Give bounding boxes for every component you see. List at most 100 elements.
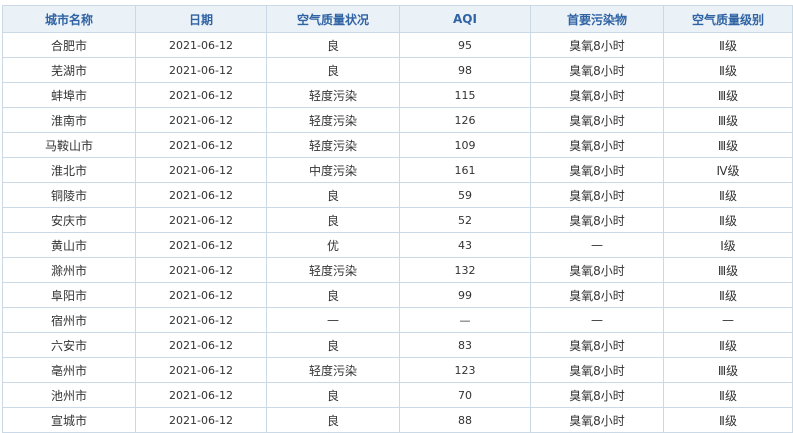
- cell-date: 2021-06-12: [135, 257, 267, 283]
- cell-date: 2021-06-12: [135, 232, 267, 258]
- cell-aqi: 132: [399, 257, 531, 283]
- cell-city: 蚌埠市: [2, 82, 136, 108]
- cell-quality: 良: [266, 57, 400, 83]
- header-city: 城市名称: [2, 5, 136, 33]
- cell-grade: Ⅱ级: [663, 282, 793, 308]
- cell-city: 黄山市: [2, 232, 136, 258]
- cell-date: 2021-06-12: [135, 382, 267, 408]
- cell-grade: Ⅱ级: [663, 32, 793, 58]
- cell-grade: Ⅲ级: [663, 357, 793, 383]
- cell-date: 2021-06-12: [135, 407, 267, 433]
- cell-date: 2021-06-12: [135, 332, 267, 358]
- header-row: 城市名称 日期 空气质量状况 AQI 首要污染物 空气质量级别: [2, 5, 793, 33]
- air-quality-table: 城市名称 日期 空气质量状况 AQI 首要污染物 空气质量级别 合肥市 2021-…: [2, 5, 793, 433]
- cell-date: 2021-06-12: [135, 132, 267, 158]
- cell-aqi: 98: [399, 57, 531, 83]
- cell-quality: 良: [266, 332, 400, 358]
- table-row: 合肥市 2021-06-12 良 95 臭氧8小时 Ⅱ级: [2, 32, 793, 58]
- table-row: 池州市 2021-06-12 良 70 臭氧8小时 Ⅱ级: [2, 382, 793, 408]
- table-row: 黄山市 2021-06-12 优 43— Ⅰ级: [2, 232, 793, 258]
- table-row: 宣城市 2021-06-12 良 88 臭氧8小时 Ⅱ级: [2, 407, 793, 433]
- cell-city: 淮北市: [2, 157, 136, 183]
- cell-quality: 轻度污染: [266, 132, 400, 158]
- cell-aqi: 83: [399, 332, 531, 358]
- cell-city: 安庆市: [2, 207, 136, 233]
- cell-pollutant: 臭氧8小时: [530, 32, 664, 58]
- cell-quality: 良: [266, 207, 400, 233]
- table-row: 芜湖市 2021-06-12 良 98 臭氧8小时 Ⅱ级: [2, 57, 793, 83]
- cell-aqi: 161: [399, 157, 531, 183]
- cell-pollutant: 臭氧8小时: [530, 257, 664, 283]
- air-quality-table-container: 城市名称 日期 空气质量状况 AQI 首要污染物 空气质量级别 合肥市 2021-…: [2, 5, 793, 433]
- cell-date: 2021-06-12: [135, 282, 267, 308]
- cell-date: 2021-06-12: [135, 82, 267, 108]
- cell-aqi: 88: [399, 407, 531, 433]
- cell-grade: Ⅳ级: [663, 157, 793, 183]
- cell-city: 合肥市: [2, 32, 136, 58]
- header-aqi: AQI: [399, 5, 531, 33]
- header-date: 日期: [135, 5, 267, 33]
- cell-pollutant: 臭氧8小时: [530, 182, 664, 208]
- cell-quality: —: [266, 307, 400, 333]
- cell-grade: Ⅲ级: [663, 107, 793, 133]
- cell-aqi: 123: [399, 357, 531, 383]
- cell-pollutant: —: [530, 307, 664, 333]
- header-grade: 空气质量级别: [663, 5, 793, 33]
- cell-city: 六安市: [2, 332, 136, 358]
- table-row: 蚌埠市 2021-06-12 轻度污染 115 臭氧8小时 Ⅲ级: [2, 82, 793, 108]
- cell-city: 芜湖市: [2, 57, 136, 83]
- table-header: 城市名称 日期 空气质量状况 AQI 首要污染物 空气质量级别: [2, 5, 793, 33]
- cell-grade: Ⅲ级: [663, 257, 793, 283]
- header-pollutant: 首要污染物: [530, 5, 664, 33]
- table-row: 淮南市 2021-06-12 轻度污染 126 臭氧8小时 Ⅲ级: [2, 107, 793, 133]
- cell-pollutant: 臭氧8小时: [530, 332, 664, 358]
- table-row: 六安市 2021-06-12 良 83 臭氧8小时 Ⅱ级: [2, 332, 793, 358]
- cell-quality: 良: [266, 407, 400, 433]
- cell-quality: 良: [266, 382, 400, 408]
- cell-aqi: 59: [399, 182, 531, 208]
- cell-quality: 良: [266, 32, 400, 58]
- table-row: 淮北市 2021-06-12 中度污染 161 臭氧8小时 Ⅳ级: [2, 157, 793, 183]
- cell-date: 2021-06-12: [135, 182, 267, 208]
- cell-grade: —: [663, 307, 793, 333]
- cell-pollutant: 臭氧8小时: [530, 82, 664, 108]
- cell-quality: 良: [266, 282, 400, 308]
- cell-grade: Ⅲ级: [663, 132, 793, 158]
- cell-quality: 良: [266, 182, 400, 208]
- cell-city: 马鞍山市: [2, 132, 136, 158]
- cell-city: 宿州市: [2, 307, 136, 333]
- cell-quality: 轻度污染: [266, 82, 400, 108]
- table-row: 滁州市 2021-06-12 轻度污染 132 臭氧8小时 Ⅲ级: [2, 257, 793, 283]
- cell-pollutant: 臭氧8小时: [530, 282, 664, 308]
- cell-pollutant: 臭氧8小时: [530, 382, 664, 408]
- cell-date: 2021-06-12: [135, 107, 267, 133]
- table-row: 宿州市 2021-06-12— — — —: [2, 307, 793, 333]
- table-body: 合肥市 2021-06-12 良 95 臭氧8小时 Ⅱ级 芜湖市 2021-06-12 良 98 臭…: [2, 32, 793, 433]
- cell-grade: Ⅱ级: [663, 382, 793, 408]
- cell-pollutant: —: [530, 232, 664, 258]
- cell-grade: Ⅲ级: [663, 82, 793, 108]
- cell-date: 2021-06-12: [135, 157, 267, 183]
- cell-quality: 轻度污染: [266, 357, 400, 383]
- cell-pollutant: 臭氧8小时: [530, 132, 664, 158]
- cell-grade: Ⅱ级: [663, 182, 793, 208]
- cell-date: 2021-06-12: [135, 32, 267, 58]
- header-quality: 空气质量状况: [266, 5, 400, 33]
- cell-pollutant: 臭氧8小时: [530, 57, 664, 83]
- cell-aqi: 115: [399, 82, 531, 108]
- cell-city: 阜阳市: [2, 282, 136, 308]
- cell-aqi: 109: [399, 132, 531, 158]
- table-row: 马鞍山市 2021-06-12 轻度污染 109 臭氧8小时 Ⅲ级: [2, 132, 793, 158]
- cell-grade: Ⅱ级: [663, 332, 793, 358]
- cell-city: 亳州市: [2, 357, 136, 383]
- cell-aqi: 43: [399, 232, 531, 258]
- cell-city: 铜陵市: [2, 182, 136, 208]
- cell-city: 淮南市: [2, 107, 136, 133]
- cell-grade: Ⅱ级: [663, 407, 793, 433]
- cell-grade: Ⅰ级: [663, 232, 793, 258]
- cell-aqi: 99: [399, 282, 531, 308]
- cell-pollutant: 臭氧8小时: [530, 107, 664, 133]
- cell-pollutant: 臭氧8小时: [530, 407, 664, 433]
- cell-grade: Ⅱ级: [663, 57, 793, 83]
- cell-quality: 轻度污染: [266, 107, 400, 133]
